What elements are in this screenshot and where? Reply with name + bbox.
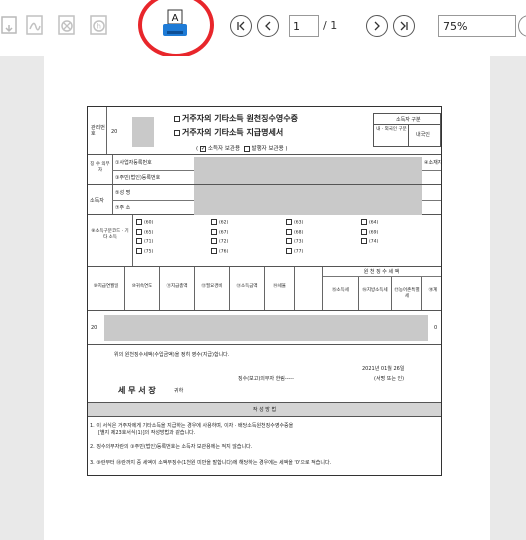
form-subtitle: ( ✓ 소득자 보관용 발행자 보관용 )	[196, 144, 288, 153]
svg-text:h: h	[97, 23, 101, 31]
redacted-amounts	[104, 315, 428, 341]
form-title-1: 거주자의 기타소득 원천징수영수증	[182, 114, 298, 123]
confirmation-section: 위의 원천징수세액(수입금액)을 정히 영수(지급)합니다. 2021년 01월…	[88, 345, 441, 403]
title1-checkbox[interactable]	[174, 115, 180, 122]
first-page-icon	[237, 21, 245, 31]
income-type-options: (60) (62) (63) (64) (65) (67) (68) (69) …	[136, 219, 438, 254]
form-title-2: 거주자의 기타소득 지급명세서	[182, 128, 284, 137]
earner-copy-checkbox[interactable]: ✓	[199, 145, 206, 152]
amount-header-row: 원 천 징 수 세 액 ⑨지급연월일 ⑩귀속연도 ⑪지급총액 ⑫필요경비 ⑬소득…	[88, 267, 441, 311]
first-page-button[interactable]	[230, 15, 252, 37]
issuer-copy-checkbox[interactable]	[243, 145, 250, 152]
income-type-checkbox[interactable]	[286, 228, 292, 235]
income-type-checkbox[interactable]	[211, 228, 217, 235]
page-total-label: / 1	[323, 19, 338, 32]
highlight-circle	[138, 0, 214, 58]
redacted-year	[132, 117, 154, 147]
hwp-export-icon[interactable]: h	[88, 14, 110, 36]
income-type-checkbox[interactable]	[286, 219, 292, 225]
income-type-checkbox[interactable]	[211, 238, 217, 244]
prev-page-icon	[265, 21, 271, 31]
excel-export-icon[interactable]	[56, 14, 78, 36]
earner-type-box: 소득자 구분 내 · 외국인 구분 내국인	[373, 113, 441, 147]
document-page: 관리번호 20 거주자의 기타소득 원천징수영수증 거주자의 기타소득 지급명세…	[44, 56, 490, 540]
income-type-checkbox[interactable]	[136, 219, 142, 225]
prev-page-button[interactable]	[257, 15, 279, 37]
save-icon[interactable]	[0, 14, 22, 36]
tax-form: 관리번호 20 거주자의 기타소득 원천징수영수증 거주자의 기타소득 지급명세…	[87, 106, 442, 476]
income-type-section: ⑧소득구분코드 · 기타 소득 (60) (62) (63) (64) (65)…	[88, 215, 441, 267]
payer-section: 징 수 의무자 ①사업자등록번호 ③주민(법인)등록번호 ④소재지	[88, 155, 442, 185]
mgmt-label: 관리번호	[91, 125, 105, 137]
earner-section: 소득자 ⑤성 명 ⑦주 소	[88, 185, 441, 215]
pdf-toolbar: h A 1 / 1 75%	[0, 0, 526, 58]
title2-checkbox[interactable]	[174, 129, 180, 136]
pdf-export-icon[interactable]	[24, 14, 46, 36]
last-page-button[interactable]	[393, 15, 415, 37]
form-header: 관리번호 20 거주자의 기타소득 원천징수영수증 거주자의 기타소득 지급명세…	[88, 107, 441, 155]
income-type-checkbox[interactable]	[136, 228, 142, 235]
income-type-checkbox[interactable]	[136, 247, 142, 254]
zoom-next-control[interactable]	[518, 15, 526, 37]
amount-data-row: 20 0	[88, 311, 441, 345]
year-prefix: 20	[111, 129, 118, 135]
income-type-checkbox[interactable]	[361, 238, 367, 244]
page-number-input[interactable]: 1	[289, 15, 319, 37]
income-type-checkbox[interactable]	[361, 219, 367, 225]
income-type-checkbox[interactable]	[211, 247, 217, 254]
redacted-payer	[194, 157, 422, 184]
income-type-checkbox[interactable]	[136, 238, 142, 244]
notes-section: 1. 이 서식은 거주자에게 기타소득을 지급하는 경우에 사용하며, 이자 ·…	[90, 423, 332, 466]
notes-header: 작 성 방 법	[88, 403, 441, 417]
income-type-checkbox[interactable]	[286, 238, 292, 244]
next-page-icon	[374, 21, 380, 31]
income-type-checkbox[interactable]	[361, 228, 367, 235]
income-type-checkbox[interactable]	[211, 219, 217, 225]
next-page-button[interactable]	[366, 15, 388, 37]
last-page-icon	[400, 21, 408, 31]
document-viewer[interactable]: 관리번호 20 거주자의 기타소득 원천징수영수증 거주자의 기타소득 지급명세…	[0, 56, 526, 540]
zoom-select[interactable]: 75%	[438, 15, 516, 37]
redacted-earner	[194, 185, 422, 215]
income-type-checkbox[interactable]	[286, 247, 292, 254]
